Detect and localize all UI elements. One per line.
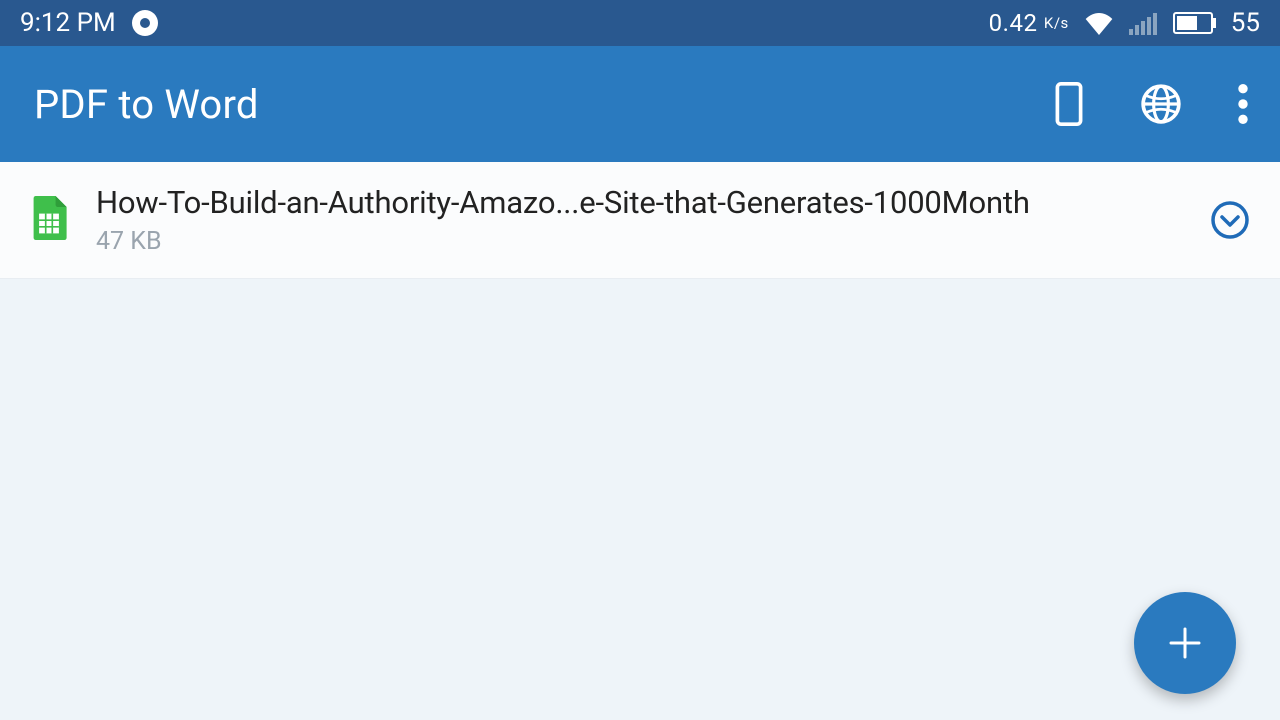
wifi-icon [1083,11,1115,35]
status-time: 9:12 PM [20,8,116,38]
battery-icon [1173,12,1217,34]
status-bar: 9:12 PM 0.42 K/s [0,0,1280,46]
signal-icon [1129,11,1159,35]
battery-percent: 55 [1231,8,1260,38]
more-icon[interactable] [1238,84,1248,124]
device-icon[interactable] [1054,82,1084,126]
add-button[interactable] [1134,592,1236,694]
expand-icon[interactable] [1210,200,1250,240]
list-item[interactable]: How-To-Build-an-Authority-Amazo...e-Site… [0,162,1280,279]
globe-icon[interactable] [1140,83,1182,125]
app-title: PDF to Word [34,81,259,128]
file-name: How-To-Build-an-Authority-Amazo...e-Site… [96,184,1182,221]
file-size: 47 KB [96,227,1182,256]
network-speed: 0.42 K/s [989,9,1069,37]
plus-icon [1165,623,1205,663]
spreadsheet-icon [30,196,68,244]
chrome-icon [132,10,158,36]
app-toolbar: PDF to Word [0,46,1280,162]
file-list: How-To-Build-an-Authority-Amazo...e-Site… [0,162,1280,279]
